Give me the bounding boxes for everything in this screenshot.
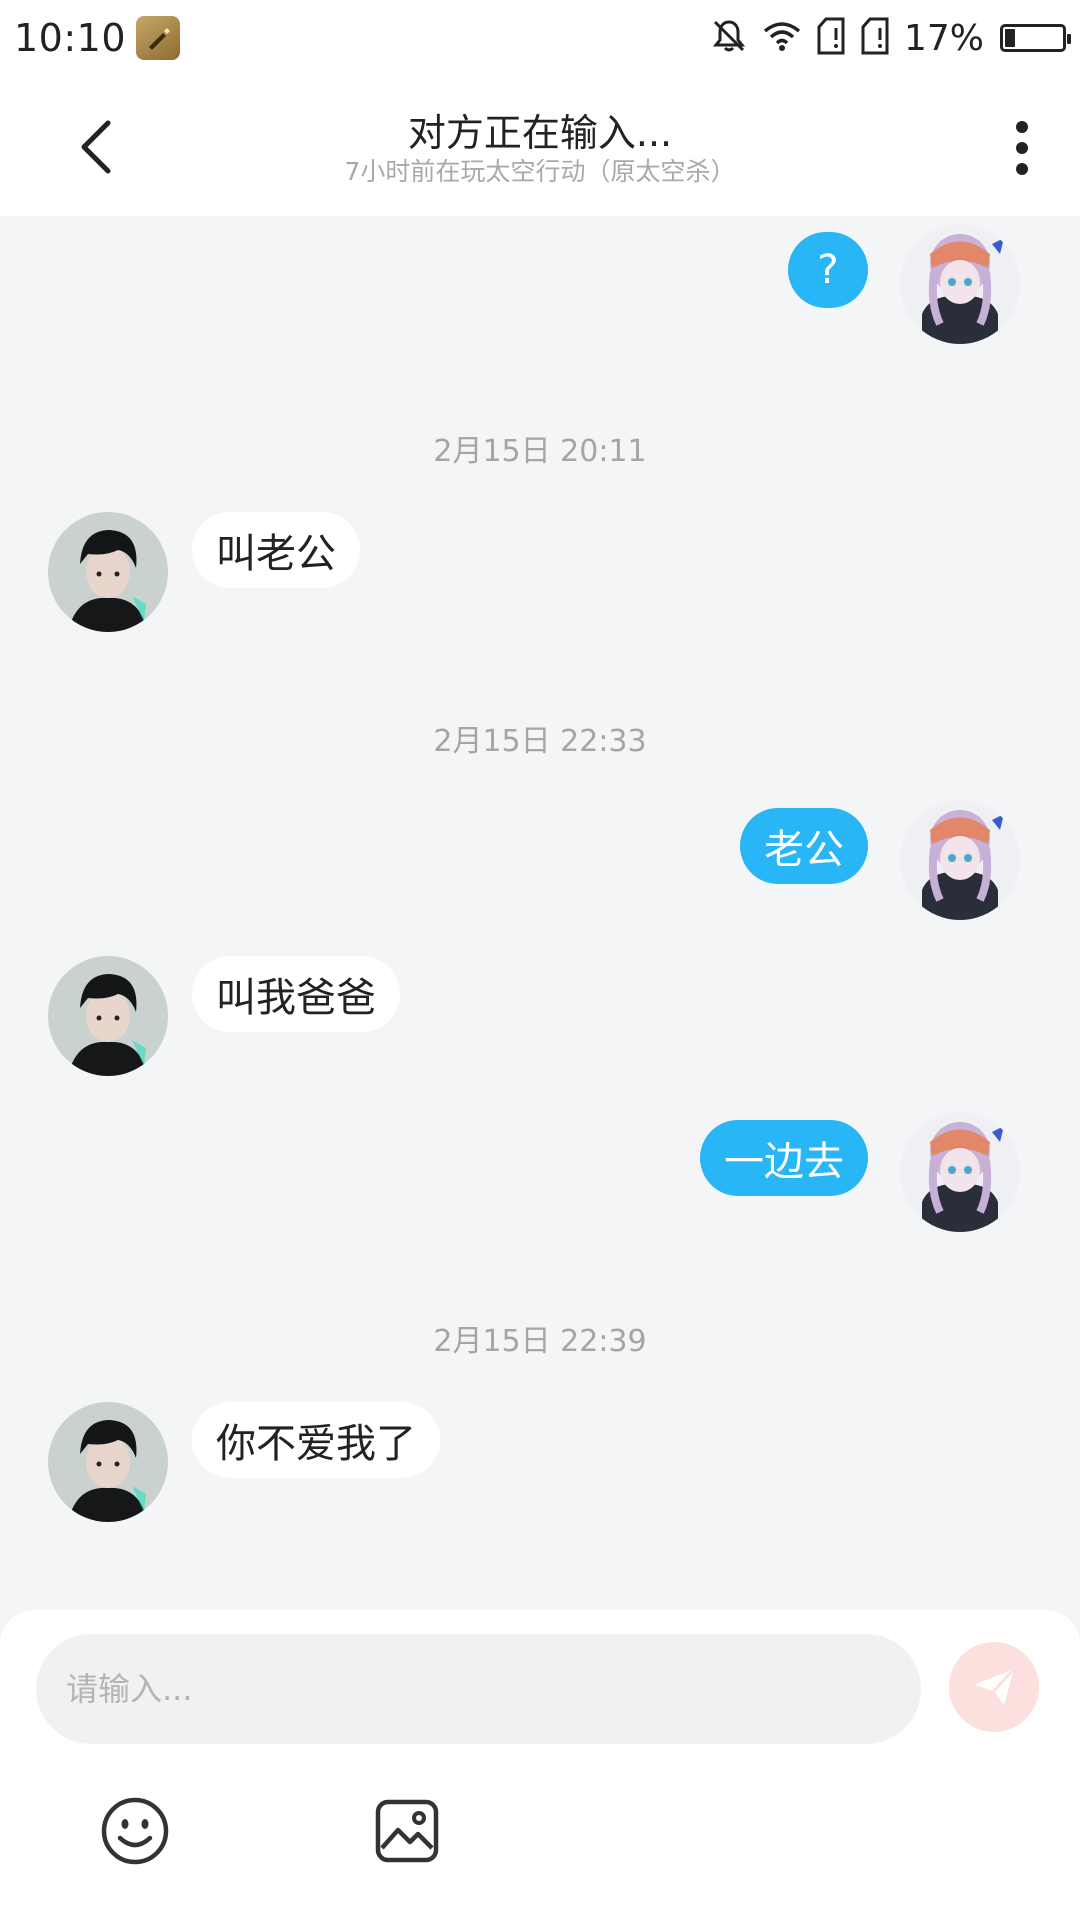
message-bubble[interactable]: 老公 bbox=[740, 808, 868, 884]
message-incoming: 你不爱我了 bbox=[48, 1402, 440, 1522]
message-outgoing: 一边去 bbox=[700, 1112, 1020, 1232]
chat-screen: 10:10 17% 对方正在输入... 7小时前在玩太空行动（原太空杀） ? 2… bbox=[0, 0, 1080, 1920]
wifi-icon bbox=[762, 19, 802, 57]
message-bubble[interactable]: 一边去 bbox=[700, 1120, 868, 1196]
message-bubble[interactable]: ? bbox=[788, 232, 868, 308]
message-list[interactable]: ? 2月15日 20:11 叫老公 2月15日 22:33 老公 叫我爸爸 一边… bbox=[0, 216, 1080, 1610]
timestamp: 2月15日 20:11 bbox=[433, 434, 647, 469]
contact-avatar[interactable] bbox=[48, 956, 168, 1076]
chat-header: 对方正在输入... 7小时前在玩太空行动（原太空杀） bbox=[0, 76, 1080, 216]
timestamp: 2月15日 22:39 bbox=[433, 1324, 647, 1359]
my-avatar[interactable] bbox=[900, 224, 1020, 344]
message-input-box[interactable] bbox=[36, 1634, 921, 1744]
more-vertical-icon bbox=[1016, 121, 1028, 175]
send-button[interactable] bbox=[949, 1642, 1039, 1732]
my-avatar[interactable] bbox=[900, 1112, 1020, 1232]
battery-percent: 17% bbox=[903, 17, 984, 59]
message-bubble[interactable]: 叫老公 bbox=[192, 512, 360, 588]
battery-icon bbox=[1000, 24, 1071, 52]
message-input[interactable] bbox=[64, 1669, 893, 1709]
message-bubble[interactable]: 你不爱我了 bbox=[192, 1402, 440, 1478]
more-button[interactable] bbox=[1002, 118, 1042, 178]
bell-off-icon bbox=[710, 17, 748, 59]
status-icons: 17% bbox=[710, 16, 1071, 60]
send-paper-plane-icon bbox=[974, 1667, 1016, 1705]
status-time: 10:10 bbox=[14, 16, 127, 60]
message-bubble[interactable]: 叫我爸爸 bbox=[192, 956, 400, 1032]
sim-1-icon bbox=[816, 16, 846, 60]
image-icon bbox=[375, 1799, 439, 1863]
contact-avatar[interactable] bbox=[48, 512, 168, 632]
header-subtitle: 7小时前在玩太空行动（原太空杀） bbox=[344, 157, 736, 186]
emoji-icon bbox=[101, 1797, 169, 1865]
image-button[interactable] bbox=[372, 1796, 442, 1866]
composer bbox=[0, 1610, 1080, 1920]
message-incoming: 叫老公 bbox=[48, 512, 360, 632]
app-badge-icon bbox=[136, 16, 181, 60]
battery-fill bbox=[1005, 29, 1015, 47]
contact-avatar[interactable] bbox=[48, 1402, 168, 1522]
header-title: 对方正在输入... bbox=[407, 111, 673, 155]
emoji-button[interactable] bbox=[100, 1796, 170, 1866]
sim-2-icon bbox=[860, 16, 890, 60]
message-incoming: 叫我爸爸 bbox=[48, 956, 400, 1076]
message-outgoing: 老公 bbox=[740, 800, 1020, 920]
my-avatar[interactable] bbox=[900, 800, 1020, 920]
message-outgoing: ? bbox=[788, 224, 1020, 344]
status-bar: 10:10 17% bbox=[0, 0, 1080, 76]
timestamp: 2月15日 22:33 bbox=[433, 724, 647, 759]
